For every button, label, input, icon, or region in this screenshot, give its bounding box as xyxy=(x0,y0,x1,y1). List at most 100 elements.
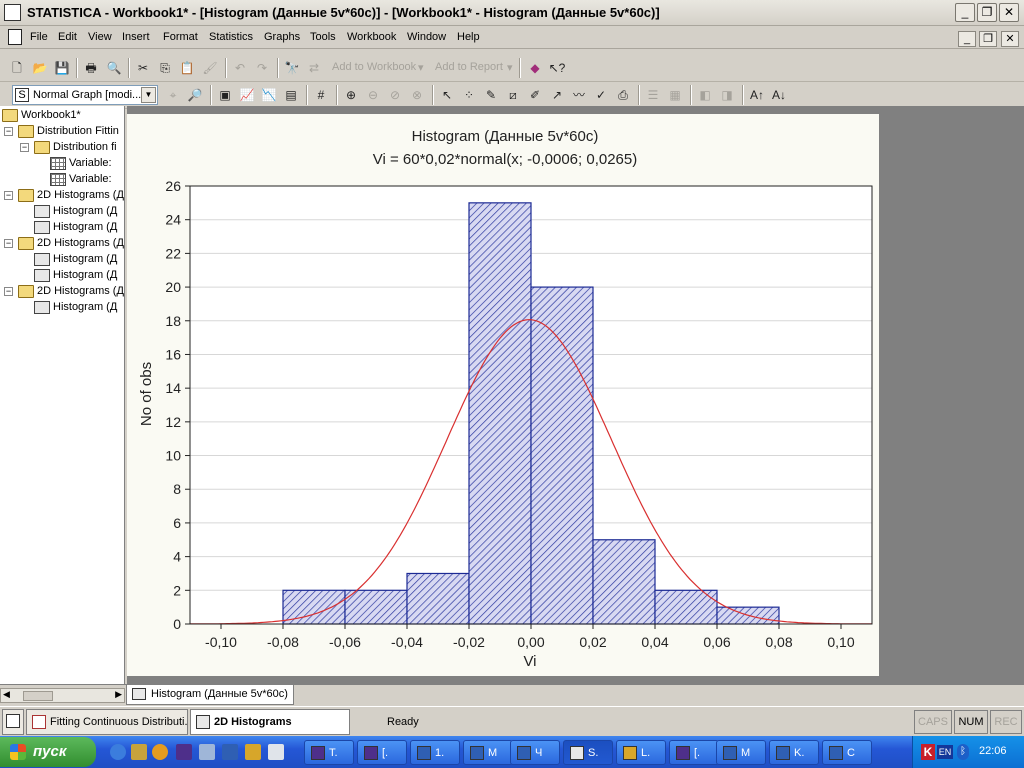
start-button[interactable]: пуск xyxy=(0,737,96,767)
taskbar-item-statistica[interactable]: S. xyxy=(563,740,613,765)
line-tool-icon[interactable]: ⧄ xyxy=(504,86,522,104)
tree-item[interactable]: − 2D Histograms (Д xyxy=(0,284,124,300)
menu-file[interactable]: File xyxy=(30,31,48,43)
increase-font-icon[interactable]: A↑ xyxy=(748,86,766,104)
taskbar-item-2[interactable]: [. xyxy=(357,740,407,765)
scroll-right-icon[interactable]: ▶ xyxy=(115,689,122,700)
language-indicator[interactable]: EN xyxy=(937,745,953,759)
scroll-left-icon[interactable]: ◀ xyxy=(3,689,10,700)
collapse-icon[interactable]: − xyxy=(4,287,13,296)
taskbar-item-4[interactable]: M xyxy=(463,740,513,765)
minimize-button[interactable]: _ xyxy=(955,3,975,22)
decrease-font-icon[interactable]: A↓ xyxy=(770,86,788,104)
close-button[interactable]: ✕ xyxy=(999,3,1019,22)
format-painter-icon[interactable]: 🖌 xyxy=(201,59,219,77)
tree-item[interactable]: Variable: xyxy=(0,156,124,172)
menu-workbook[interactable]: Workbook xyxy=(347,31,396,43)
add-to-workbook-dropdown-icon[interactable]: ▾ xyxy=(418,61,424,74)
menu-help[interactable]: Help xyxy=(457,31,480,43)
save-icon[interactable]: 💾 xyxy=(53,59,71,77)
tree-item[interactable]: − 2D Histograms (Д xyxy=(0,236,124,252)
menu-statistics[interactable]: Statistics xyxy=(209,31,253,43)
histogram-chart[interactable]: Histogram (Данные 5v*60c) Vi = 60*0,02*n… xyxy=(127,114,879,676)
tree-item[interactable]: − Distribution fi xyxy=(0,140,124,156)
drawing-tool-icon[interactable]: ✐ xyxy=(526,86,544,104)
zoom-in-icon[interactable]: ⊕ xyxy=(342,86,360,104)
chevron-down-icon[interactable]: ▼ xyxy=(141,87,156,103)
align-icon[interactable]: ☰ xyxy=(644,86,662,104)
zoom-out-icon[interactable]: ⊖ xyxy=(364,86,382,104)
print-icon[interactable]: 🖶 xyxy=(82,59,100,77)
menu-graphs[interactable]: Graphs xyxy=(264,31,300,43)
zoom-tool-icon[interactable]: 🔎 xyxy=(186,86,204,104)
graph-options-icon[interactable]: 📈 xyxy=(238,86,256,104)
collapse-icon[interactable]: − xyxy=(20,143,29,152)
menu-edit[interactable]: Edit xyxy=(58,31,77,43)
window-icon[interactable] xyxy=(268,744,284,760)
statistica-app-icon[interactable] xyxy=(4,4,21,21)
task-2d-histograms[interactable]: 2D Histograms xyxy=(190,709,350,735)
calculator-icon[interactable] xyxy=(199,744,215,760)
taskbar-item-8[interactable]: [. xyxy=(669,740,719,765)
zoom-fit-icon[interactable]: ⊘ xyxy=(386,86,404,104)
pointer-icon[interactable]: ↖ xyxy=(438,86,456,104)
add-to-report-button[interactable]: Add to Report xyxy=(435,61,503,73)
open-icon[interactable]: 📂 xyxy=(31,59,49,77)
print-preview-icon[interactable]: 🔍 xyxy=(105,59,123,77)
word-icon[interactable] xyxy=(222,744,238,760)
graph-data-icon[interactable]: 📉 xyxy=(260,86,278,104)
document-system-icon[interactable] xyxy=(8,29,22,45)
antivirus-icon[interactable]: K xyxy=(921,744,935,760)
paste-icon[interactable]: 📋 xyxy=(178,59,196,77)
arrow-tool-icon[interactable]: ↗ xyxy=(548,86,566,104)
tree-item[interactable]: Variable: xyxy=(0,172,124,188)
restore-button[interactable]: ❐ xyxy=(977,3,997,22)
find-icon[interactable]: 🔭 xyxy=(283,59,301,77)
bluetooth-icon[interactable]: ᛒ xyxy=(957,744,969,760)
redo-icon[interactable]: ↷ xyxy=(253,59,271,77)
zoom-reset-icon[interactable]: ⊗ xyxy=(408,86,426,104)
tree-item[interactable]: Workbook1* xyxy=(0,108,124,124)
doc-minimize-button[interactable]: _ xyxy=(958,31,976,47)
taskbar-item-5[interactable]: Ч xyxy=(510,740,560,765)
tab-histogram[interactable]: Histogram (Данные 5v*60c) xyxy=(126,685,294,705)
tree-item[interactable]: Histogram (Д xyxy=(0,220,124,236)
undo-icon[interactable]: ↶ xyxy=(231,59,249,77)
add-to-workbook-button[interactable]: Add to Workbook xyxy=(332,61,416,73)
graph-layout-icon[interactable]: ▤ xyxy=(282,86,300,104)
embed-object-icon[interactable]: ⎙ xyxy=(614,86,632,104)
media-player-icon[interactable] xyxy=(152,744,168,760)
send-backward-icon[interactable]: ◨ xyxy=(718,86,736,104)
graph-properties-icon[interactable]: ▣ xyxy=(216,86,234,104)
context-help-icon[interactable]: ↖? xyxy=(548,59,566,77)
collapse-icon[interactable]: − xyxy=(4,191,13,200)
tree-item[interactable]: − Distribution Fittin xyxy=(0,124,124,140)
add-to-report-dropdown-icon[interactable]: ▾ xyxy=(507,61,513,74)
taskbar-item-7[interactable]: L. xyxy=(616,740,666,765)
graph-type-select[interactable]: S Normal Graph [modi... ▼ xyxy=(12,85,158,105)
menu-tools[interactable]: Tools xyxy=(310,31,336,43)
taskbar-item-3[interactable]: 1. xyxy=(410,740,460,765)
tree-horizontal-scrollbar[interactable]: ◀ ▶ xyxy=(0,688,125,703)
brush-icon[interactable]: ⌖ xyxy=(164,86,182,104)
taskbar-item-11[interactable]: C xyxy=(822,740,872,765)
distribute-icon[interactable]: ▦ xyxy=(666,86,684,104)
taskbar-item-1[interactable]: T. xyxy=(304,740,354,765)
scroll-thumb[interactable] xyxy=(23,691,53,701)
tree-item[interactable]: − 2D Histograms (Д xyxy=(0,188,124,204)
clock[interactable]: 22:06 xyxy=(979,745,1007,757)
notes-icon[interactable] xyxy=(131,744,147,760)
cut-icon[interactable]: ✂ xyxy=(134,59,152,77)
point-labels-icon[interactable]: ⁘ xyxy=(460,86,478,104)
collapse-icon[interactable]: − xyxy=(4,239,13,248)
menu-format[interactable]: Format xyxy=(163,31,198,43)
grid-icon[interactable]: # xyxy=(312,86,330,104)
copy-icon[interactable]: ⎘ xyxy=(156,59,174,77)
replace-icon[interactable]: ⇄ xyxy=(305,59,323,77)
taskbar-item-9[interactable]: M xyxy=(716,740,766,765)
tree-item[interactable]: Histogram (Д xyxy=(0,268,124,284)
collapse-icon[interactable]: − xyxy=(4,127,13,136)
menu-window[interactable]: Window xyxy=(407,31,446,43)
tree-item[interactable]: Histogram (Д xyxy=(0,252,124,268)
tool-icon[interactable] xyxy=(245,744,261,760)
